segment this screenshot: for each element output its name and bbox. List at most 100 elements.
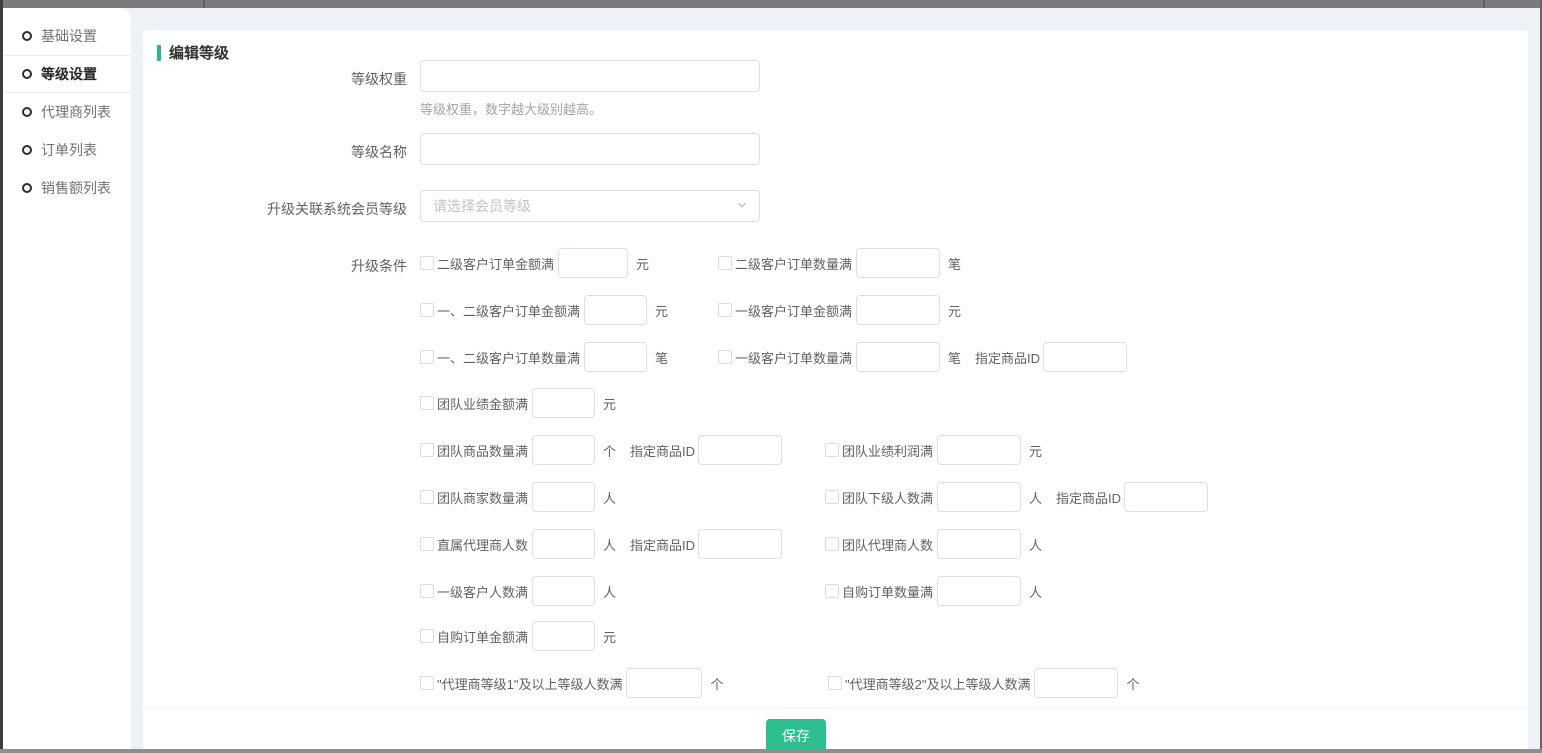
condition-item: "代理商等级2"及以上等级人数满个 [828,668,1139,698]
sidebar-item-4[interactable]: 销售额列表 [3,169,131,207]
sidebar-item-label: 订单列表 [41,140,97,160]
condition-item: 团队业绩金额满 元 [420,388,616,418]
condition-checkbox[interactable] [718,256,732,270]
condition-label: 二级客户订单数量满 [735,254,852,273]
condition-checkbox[interactable] [420,396,434,410]
product-id-input[interactable] [1124,482,1208,512]
condition-item: 团队商家数量满人 [420,482,616,512]
condition-unit: 元 [603,394,616,413]
product-id-label: 指定商品ID [630,441,695,460]
radio-circle-icon [22,183,32,193]
condition-value-input[interactable] [532,482,595,512]
condition-value-input[interactable] [532,435,595,465]
window-left-edge [0,0,3,753]
condition-item: 一级客户订单数量满 笔指定商品ID [718,342,1127,372]
product-id-label: 指定商品ID [1056,488,1121,507]
condition-unit: 元 [948,301,961,320]
condition-checkbox[interactable] [718,350,732,364]
condition-item: 团队业绩利润满元 [825,435,1042,465]
condition-label: "代理商等级2"及以上等级人数满 [845,674,1030,693]
condition-checkbox[interactable] [420,490,434,504]
condition-checkbox[interactable] [828,676,842,690]
condition-label: "代理商等级1"及以上等级人数满 [437,674,622,693]
condition-item: 团队商品数量满个指定商品ID [420,435,782,465]
product-id-input[interactable] [698,435,782,465]
condition-value-input[interactable] [584,342,647,372]
condition-checkbox[interactable] [420,676,434,690]
condition-value-input[interactable] [856,248,940,278]
product-id-input[interactable] [1043,342,1127,372]
condition-item: 一级客户人数满人 [420,576,616,606]
condition-unit: 人 [603,488,616,507]
condition-unit: 个 [603,441,616,460]
condition-value-input[interactable] [937,576,1021,606]
condition-label: 团队下级人数满 [842,488,933,507]
condition-label: 一级客户订单数量满 [735,348,852,367]
condition-unit: 人 [603,582,616,601]
sidebar-item-1[interactable]: 等级设置 [3,55,131,93]
product-id-input[interactable] [698,529,782,559]
condition-checkbox[interactable] [420,443,434,457]
condition-unit: 笔 [948,348,961,367]
condition-item: 一、二级客户订单金额满元 [420,295,668,325]
sidebar: 基础设置等级设置代理商列表订单列表销售额列表 [3,8,131,749]
radio-circle-icon [22,145,32,155]
sidebar-item-2[interactable]: 代理商列表 [3,93,131,131]
sidebar-item-label: 基础设置 [41,26,97,46]
condition-value-input[interactable] [1034,668,1118,698]
condition-value-input[interactable] [532,529,595,559]
condition-value-input[interactable] [532,576,595,606]
condition-checkbox[interactable] [825,584,839,598]
condition-label: 一、二级客户订单数量满 [437,348,580,367]
condition-checkbox[interactable] [825,490,839,504]
condition-item: 团队下级人数满 人指定商品ID [825,482,1208,512]
condition-value-input[interactable] [856,295,940,325]
save-button[interactable]: 保存 [766,719,826,752]
condition-value-input[interactable] [584,295,647,325]
radio-circle-icon [22,107,32,117]
condition-unit: 人 [1029,488,1042,507]
radio-circle-icon [22,31,32,41]
condition-unit: 个 [710,674,723,693]
condition-value-input[interactable] [626,668,702,698]
condition-checkbox[interactable] [420,350,434,364]
footer-divider [143,707,1528,708]
product-id-label: 指定商品ID [975,348,1040,367]
sidebar-item-0[interactable]: 基础设置 [3,17,131,55]
condition-unit: 元 [1029,441,1042,460]
window-top-edge [0,0,1542,8]
condition-value-input[interactable] [937,435,1021,465]
condition-value-input[interactable] [937,482,1021,512]
condition-item: 自购订单数量满 人 [825,576,1042,606]
condition-checkbox[interactable] [420,256,434,270]
condition-label: 自购订单金额满 [437,627,528,646]
condition-checkbox[interactable] [825,537,839,551]
content-card: 编辑等级 等级权重 等级权重，数字越大级别越高。 等级名称 升级关联系统会员等级… [143,30,1528,749]
condition-value-input[interactable] [532,388,595,418]
condition-label: 自购订单数量满 [842,582,933,601]
condition-checkbox[interactable] [420,303,434,317]
condition-value-input[interactable] [558,248,628,278]
sidebar-item-label: 销售额列表 [41,178,111,198]
sidebar-item-3[interactable]: 订单列表 [3,131,131,169]
condition-checkbox[interactable] [420,584,434,598]
sidebar-item-label: 代理商列表 [41,102,111,122]
condition-checkbox[interactable] [718,303,732,317]
condition-checkbox[interactable] [825,443,839,457]
sidebar-item-label: 等级设置 [41,64,97,84]
condition-label: 一、二级客户订单金额满 [437,301,580,320]
condition-unit: 人 [1029,535,1042,554]
condition-item: 直属代理商人数人指定商品ID [420,529,782,559]
condition-label: 团队业绩金额满 [437,394,528,413]
condition-item: "代理商等级1"及以上等级人数满 个 [420,668,723,698]
condition-value-input[interactable] [937,529,1021,559]
condition-value-input[interactable] [532,621,595,651]
condition-checkbox[interactable] [420,629,434,643]
condition-checkbox[interactable] [420,537,434,551]
condition-item: 二级客户订单数量满笔 [718,248,961,278]
condition-value-input[interactable] [856,342,940,372]
upgrade-conditions-grid: 二级客户订单金额满元二级客户订单数量满笔一、二级客户订单金额满元一级客户订单金额… [143,30,1528,749]
condition-unit: 人 [603,535,616,554]
product-id-label: 指定商品ID [630,535,695,554]
condition-unit: 人 [1029,582,1042,601]
